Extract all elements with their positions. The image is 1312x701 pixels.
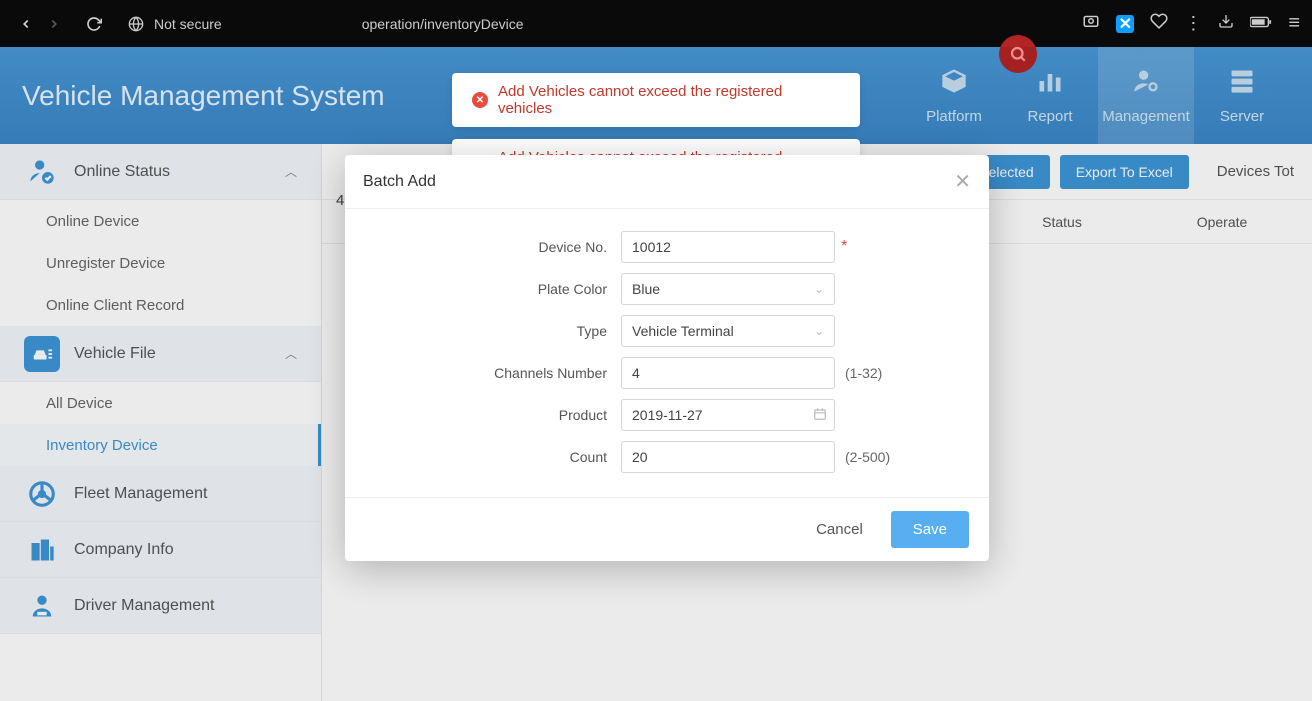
cube-icon	[940, 67, 968, 102]
nav-management[interactable]: Management	[1098, 47, 1194, 144]
sidebar-item-inventory-device[interactable]: Inventory Device	[0, 424, 321, 466]
browser-chrome-bar: Not secure operation/inventoryDevice ✕ ⋮…	[0, 0, 1312, 47]
url-text: operation/inventoryDevice	[362, 16, 524, 32]
sidebar-head-vehicle-file[interactable]: Vehicle File ︿	[0, 326, 321, 382]
count-hint: (2-500)	[845, 449, 890, 465]
row-plate-color: Plate Color Blue ⌄	[375, 273, 959, 305]
plate-color-select[interactable]: Blue ⌄	[621, 273, 835, 305]
person-check-icon	[24, 154, 60, 190]
row-count: Count (2-500)	[375, 441, 959, 473]
count-fragment: 4	[336, 192, 344, 209]
person-gear-icon	[1132, 67, 1160, 102]
modal-body: Device No. * Plate Color Blue ⌄ Type Veh…	[345, 209, 989, 497]
label-type: Type	[375, 323, 621, 339]
chevron-down-icon: ⌄	[814, 324, 824, 338]
plate-color-value: Blue	[632, 281, 660, 297]
type-value: Vehicle Terminal	[632, 323, 734, 339]
nav-label: Platform	[926, 108, 982, 125]
label-channels: Channels Number	[375, 365, 621, 381]
nav-label: Report	[1027, 108, 1072, 125]
globe-icon	[128, 16, 144, 32]
error-icon: ✕	[472, 92, 488, 108]
search-button[interactable]	[999, 35, 1037, 73]
sidebar-group-vehicle-file: Vehicle File ︿ All Device Inventory Devi…	[0, 326, 321, 466]
header-nav: Platform Report Management Server	[906, 47, 1290, 144]
cancel-button[interactable]: Cancel	[806, 513, 873, 546]
sidebar-item-all-device[interactable]: All Device	[0, 382, 321, 424]
battery-icon	[1250, 15, 1272, 33]
nav-platform[interactable]: Platform	[906, 47, 1002, 144]
device-no-input[interactable]	[621, 231, 835, 263]
vehicle-list-icon	[24, 336, 60, 372]
sidebar-item-unregister-device[interactable]: Unregister Device	[0, 242, 321, 284]
app-title: Vehicle Management System	[22, 80, 385, 112]
required-mark: *	[841, 238, 847, 256]
modal-title: Batch Add	[363, 173, 436, 191]
batch-add-modal: Batch Add ✕ Device No. * Plate Color Blu…	[345, 155, 989, 561]
product-date-input[interactable]	[621, 399, 835, 431]
chevron-up-icon: ︿	[285, 163, 297, 180]
sidebar-item-online-client-record[interactable]: Online Client Record	[0, 284, 321, 326]
modal-header: Batch Add ✕	[345, 155, 989, 209]
devices-total-label: Devices Tot	[1217, 163, 1294, 180]
steering-wheel-icon	[24, 476, 60, 512]
sidebar-label: Company Info	[74, 541, 174, 559]
modal-footer: Cancel Save	[345, 497, 989, 561]
channels-hint: (1-32)	[845, 365, 882, 381]
forward-button[interactable]	[40, 10, 68, 38]
row-product: Product	[375, 399, 959, 431]
sidebar-head-online-status[interactable]: Online Status ︿	[0, 144, 321, 200]
col-operate: Operate	[1132, 214, 1312, 230]
label-count: Count	[375, 449, 621, 465]
label-product: Product	[375, 407, 621, 423]
menu-icon[interactable]: ≡	[1288, 12, 1300, 35]
url-area[interactable]: Not secure operation/inventoryDevice	[128, 16, 524, 32]
server-icon	[1228, 67, 1256, 102]
label-device-no: Device No.	[375, 239, 621, 255]
more-vertical-icon[interactable]: ⋮	[1184, 13, 1202, 34]
browser-right-icons: ✕ ⋮ ≡	[1082, 12, 1300, 35]
driver-icon	[24, 588, 60, 624]
bar-chart-icon	[1036, 67, 1064, 102]
sidebar-item-driver-management[interactable]: Driver Management	[0, 578, 321, 634]
sidebar-label: Driver Management	[74, 597, 215, 615]
col-status: Status	[992, 214, 1132, 230]
chevron-up-icon: ︿	[285, 345, 297, 362]
toast-error: ✕ Add Vehicles cannot exceed the registe…	[452, 73, 860, 127]
row-channels: Channels Number (1-32)	[375, 357, 959, 389]
download-icon[interactable]	[1218, 13, 1234, 34]
buildings-icon	[24, 532, 60, 568]
toast-message: Add Vehicles cannot exceed the registere…	[498, 83, 840, 117]
heart-icon[interactable]	[1150, 12, 1168, 35]
channels-input[interactable]	[621, 357, 835, 389]
sidebar-item-company-info[interactable]: Company Info	[0, 522, 321, 578]
export-excel-button[interactable]: Export To Excel	[1060, 155, 1189, 189]
row-type: Type Vehicle Terminal ⌄	[375, 315, 959, 347]
extension-badge-icon[interactable]: ✕	[1116, 15, 1134, 33]
sidebar: Online Status ︿ Online Device Unregister…	[0, 144, 322, 701]
nav-label: Server	[1220, 108, 1264, 125]
nav-server[interactable]: Server	[1194, 47, 1290, 144]
sidebar-item-online-device[interactable]: Online Device	[0, 200, 321, 242]
sidebar-label: Fleet Management	[74, 485, 207, 503]
sidebar-group-online-status: Online Status ︿ Online Device Unregister…	[0, 144, 321, 326]
back-button[interactable]	[12, 10, 40, 38]
reload-button[interactable]	[80, 10, 108, 38]
row-device-no: Device No. *	[375, 231, 959, 263]
sidebar-label: Vehicle File	[74, 345, 156, 363]
save-button[interactable]: Save	[891, 511, 969, 548]
chevron-down-icon: ⌄	[814, 282, 824, 296]
type-select[interactable]: Vehicle Terminal ⌄	[621, 315, 835, 347]
label-plate-color: Plate Color	[375, 281, 621, 297]
not-secure-label: Not secure	[154, 16, 222, 32]
close-icon[interactable]: ✕	[954, 169, 971, 194]
sidebar-label: Online Status	[74, 163, 170, 181]
screenshot-icon[interactable]	[1082, 12, 1100, 35]
sidebar-item-fleet-management[interactable]: Fleet Management	[0, 466, 321, 522]
count-input[interactable]	[621, 441, 835, 473]
nav-label: Management	[1102, 108, 1190, 125]
